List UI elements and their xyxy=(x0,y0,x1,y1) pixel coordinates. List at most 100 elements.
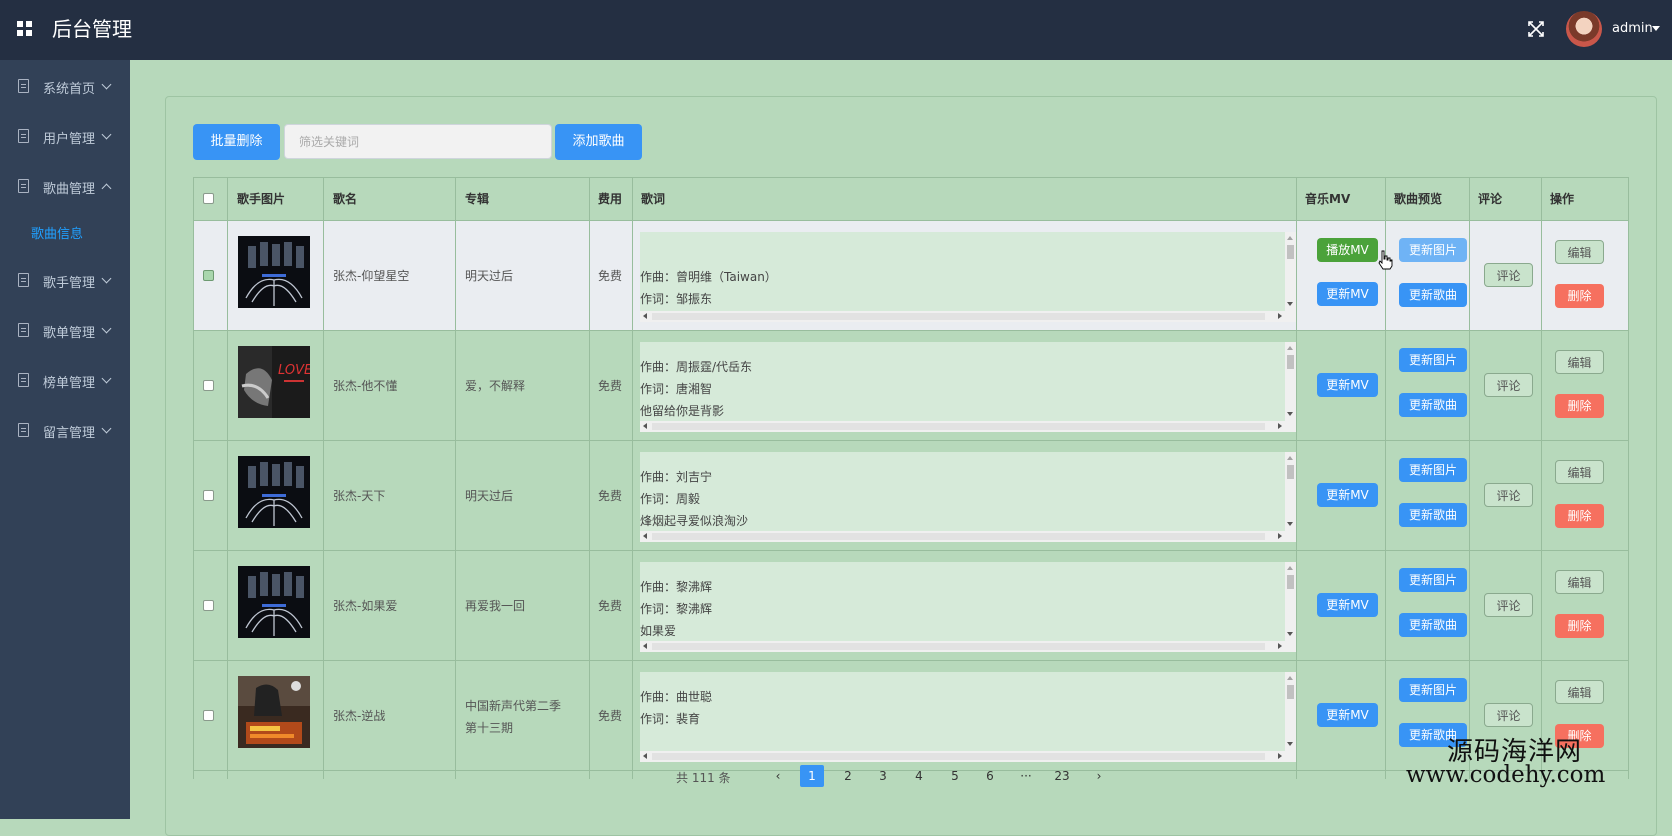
sidebar-subitem-song-info[interactable]: 歌曲信息 xyxy=(31,223,83,242)
lyrics-horizontal-scrollbar[interactable] xyxy=(640,421,1285,432)
update-picture-button[interactable]: 更新图片 xyxy=(1399,348,1467,372)
lyrics-vertical-scrollbar[interactable] xyxy=(1285,452,1296,542)
row-checkbox[interactable] xyxy=(203,490,214,501)
scroll-left-icon[interactable] xyxy=(643,753,647,759)
lyrics-box[interactable]: 作曲：黎沸辉 作词：黎沸辉 如果爱 xyxy=(640,562,1296,652)
scroll-thumb[interactable] xyxy=(652,423,1265,430)
add-song-button[interactable]: 添加歌曲 xyxy=(555,124,642,160)
edit-button[interactable]: 编辑 xyxy=(1555,240,1604,264)
row-checkbox[interactable] xyxy=(203,380,214,391)
pagination-page[interactable]: 3 xyxy=(871,765,895,787)
edit-button[interactable]: 编辑 xyxy=(1555,350,1604,374)
scroll-thumb[interactable] xyxy=(1287,355,1294,369)
comment-button[interactable]: 评论 xyxy=(1484,373,1533,397)
sidebar-item-4[interactable]: 歌单管理 xyxy=(0,306,130,356)
scroll-right-icon[interactable] xyxy=(1278,313,1282,319)
update-mv-button[interactable]: 更新MV xyxy=(1317,373,1378,397)
update-picture-button[interactable]: 更新图片 xyxy=(1399,568,1467,592)
update-mv-button[interactable]: 更新MV xyxy=(1317,703,1378,727)
pagination-prev-icon[interactable]: ‹ xyxy=(766,765,790,787)
scroll-left-icon[interactable] xyxy=(643,643,647,649)
pagination-page[interactable]: ··· xyxy=(1014,765,1038,787)
user-name[interactable]: admin xyxy=(1612,21,1653,36)
row-checkbox[interactable] xyxy=(203,710,214,721)
edit-button[interactable]: 编辑 xyxy=(1555,460,1604,484)
search-input[interactable] xyxy=(284,124,552,159)
pagination-page[interactable]: 5 xyxy=(943,765,967,787)
delete-button[interactable]: 删除 xyxy=(1555,504,1604,528)
row-checkbox[interactable] xyxy=(203,600,214,611)
scroll-thumb[interactable] xyxy=(1287,575,1294,589)
scroll-up-icon[interactable] xyxy=(1287,456,1293,460)
scroll-up-icon[interactable] xyxy=(1287,346,1293,350)
pagination-next-icon[interactable]: › xyxy=(1087,765,1111,787)
lyrics-box[interactable]: 作曲：刘吉宁 作词：周毅 烽烟起寻爱似浪淘沙 xyxy=(640,452,1296,542)
update-mv-button[interactable]: 更新MV xyxy=(1317,593,1378,617)
update-mv-button[interactable]: 更新MV xyxy=(1317,483,1378,507)
scroll-up-icon[interactable] xyxy=(1287,236,1293,240)
scroll-left-icon[interactable] xyxy=(643,533,647,539)
select-all-checkbox[interactable] xyxy=(203,193,214,204)
update-song-button[interactable]: 更新歌曲 xyxy=(1399,393,1467,417)
edit-button[interactable]: 编辑 xyxy=(1555,570,1604,594)
pagination-page[interactable]: 23 xyxy=(1050,765,1074,787)
scroll-thumb[interactable] xyxy=(1287,685,1294,699)
scroll-right-icon[interactable] xyxy=(1278,533,1282,539)
comment-button[interactable]: 评论 xyxy=(1484,703,1533,727)
scroll-down-icon[interactable] xyxy=(1287,742,1293,746)
update-song-button[interactable]: 更新歌曲 xyxy=(1399,613,1467,637)
edit-button[interactable]: 编辑 xyxy=(1555,680,1604,704)
scroll-right-icon[interactable] xyxy=(1278,423,1282,429)
scroll-thumb[interactable] xyxy=(652,313,1265,320)
row-checkbox[interactable] xyxy=(203,270,214,281)
batch-delete-button[interactable]: 批量删除 xyxy=(193,124,280,160)
update-picture-button[interactable]: 更新图片 xyxy=(1399,458,1467,482)
scroll-thumb[interactable] xyxy=(652,533,1265,540)
scroll-thumb[interactable] xyxy=(1287,465,1294,479)
delete-button[interactable]: 删除 xyxy=(1555,284,1604,308)
play-mv-button[interactable]: 播放MV xyxy=(1317,238,1378,262)
sidebar-item-3[interactable]: 歌手管理 xyxy=(0,256,130,306)
scroll-down-icon[interactable] xyxy=(1287,522,1293,526)
pagination-page[interactable]: 1 xyxy=(800,765,824,787)
update-picture-button[interactable]: 更新图片 xyxy=(1399,678,1467,702)
lyrics-horizontal-scrollbar[interactable] xyxy=(640,641,1285,652)
scroll-left-icon[interactable] xyxy=(643,423,647,429)
lyrics-vertical-scrollbar[interactable] xyxy=(1285,562,1296,652)
sidebar-item-6[interactable]: 留言管理 xyxy=(0,406,130,456)
lyrics-box[interactable]: 作曲：曲世聪 作词：裴育 xyxy=(640,672,1296,762)
delete-button[interactable]: 删除 xyxy=(1555,614,1604,638)
scroll-right-icon[interactable] xyxy=(1278,643,1282,649)
lyrics-vertical-scrollbar[interactable] xyxy=(1285,342,1296,432)
sidebar-item-1[interactable]: 用户管理 xyxy=(0,112,130,162)
comment-button[interactable]: 评论 xyxy=(1484,593,1533,617)
scroll-thumb[interactable] xyxy=(652,643,1265,650)
delete-button[interactable]: 删除 xyxy=(1555,394,1604,418)
pagination-page[interactable]: 2 xyxy=(836,765,860,787)
sidebar-item-2[interactable]: 歌曲管理 xyxy=(0,162,130,212)
lyrics-vertical-scrollbar[interactable] xyxy=(1285,672,1296,762)
update-picture-button[interactable]: 更新图片 xyxy=(1399,238,1467,262)
lyrics-box[interactable]: 作曲：曾明维（Taiwan） 作词：邹振东 xyxy=(640,232,1296,322)
scroll-right-icon[interactable] xyxy=(1278,753,1282,759)
lyrics-vertical-scrollbar[interactable] xyxy=(1285,232,1296,322)
lyrics-horizontal-scrollbar[interactable] xyxy=(640,531,1285,542)
fullscreen-icon[interactable] xyxy=(1527,20,1545,38)
lyrics-horizontal-scrollbar[interactable] xyxy=(640,311,1285,322)
sidebar-item-5[interactable]: 榜单管理 xyxy=(0,356,130,406)
update-mv-button[interactable]: 更新MV xyxy=(1317,282,1378,306)
scroll-thumb[interactable] xyxy=(652,753,1265,760)
lyrics-box[interactable]: 作曲：周振霆/代岳东 作词：唐湘智 他留给你是背影 xyxy=(640,342,1296,432)
scroll-up-icon[interactable] xyxy=(1287,566,1293,570)
avatar[interactable] xyxy=(1566,11,1602,47)
sidebar-item-0[interactable]: 系统首页 xyxy=(0,62,130,112)
scroll-up-icon[interactable] xyxy=(1287,676,1293,680)
scroll-down-icon[interactable] xyxy=(1287,412,1293,416)
update-song-button[interactable]: 更新歌曲 xyxy=(1399,503,1467,527)
scroll-down-icon[interactable] xyxy=(1287,632,1293,636)
pagination-page[interactable]: 6 xyxy=(978,765,1002,787)
pagination-page[interactable]: 4 xyxy=(907,765,931,787)
grid-icon[interactable] xyxy=(17,21,33,37)
caret-down-icon[interactable] xyxy=(1652,26,1660,31)
scroll-thumb[interactable] xyxy=(1287,245,1294,259)
